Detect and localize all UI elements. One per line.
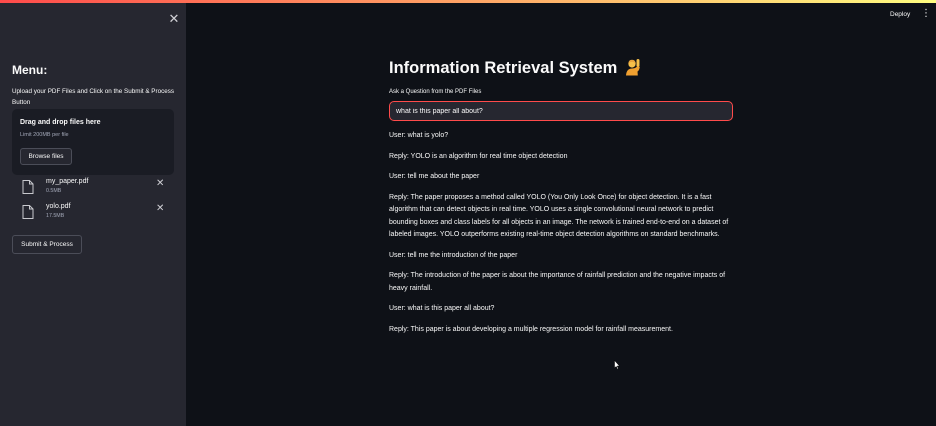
close-icon[interactable]: ✕ (168, 12, 180, 25)
file-size: 17.5MB (46, 213, 65, 219)
chat-message: User: what is this paper all about? (389, 305, 495, 312)
file-dropzone[interactable]: Drag and drop files here Limit 200MB per… (12, 109, 174, 175)
dropzone-title: Drag and drop files here (20, 119, 101, 126)
deploy-button[interactable]: Deploy (890, 11, 910, 18)
kebab-menu-icon[interactable]: ⋮ (921, 9, 931, 21)
file-icon (22, 205, 34, 219)
remove-file-icon[interactable]: ✕ (156, 179, 166, 189)
chat-message: User: tell me the introduction of the pa… (389, 251, 518, 259)
browse-files-button[interactable]: Browse files (20, 148, 72, 165)
question-label: Ask a Question from the PDF Files (389, 89, 482, 95)
file-name: yolo.pdf (46, 203, 71, 210)
person-raising-hand-icon (625, 59, 640, 76)
remove-file-icon[interactable]: ✕ (156, 204, 166, 214)
chat-message: Reply: This paper is about developing a … (389, 325, 673, 333)
page-title: Information Retrieval System (389, 58, 642, 78)
chat-message: User: what is yolo? (389, 132, 449, 139)
dropzone-limit: Limit 200MB per file (20, 132, 69, 138)
submit-process-button[interactable]: Submit & Process (12, 235, 82, 254)
sidebar: ✕ Menu: Upload your PDF Files and Click … (0, 3, 186, 426)
uploaded-file-item: my_paper.pdf 0.5MB ✕ (20, 177, 170, 199)
file-size: 0.5MB (46, 188, 62, 194)
chat-message: Reply: The introduction of the paper is … (389, 272, 726, 292)
uploaded-file-item: yolo.pdf 17.5MB ✕ (20, 202, 170, 224)
file-icon (22, 180, 34, 194)
page-title-text: Information Retrieval System (389, 59, 618, 77)
chat-message: Reply: The paper proposes a method calle… (389, 193, 729, 239)
chat-message: User: tell me about the paper (389, 173, 480, 180)
sidebar-description: Upload your PDF Files and Click on the S… (12, 88, 175, 106)
mouse-cursor-icon (614, 360, 620, 370)
sidebar-title: Menu: (12, 63, 48, 77)
file-name: my_paper.pdf (46, 178, 89, 185)
question-input[interactable] (389, 101, 733, 121)
chat-message: Reply: YOLO is an algorithm for real tim… (389, 152, 568, 160)
chat-history: User: what is yolo? Reply: YOLO is an al… (389, 130, 735, 344)
